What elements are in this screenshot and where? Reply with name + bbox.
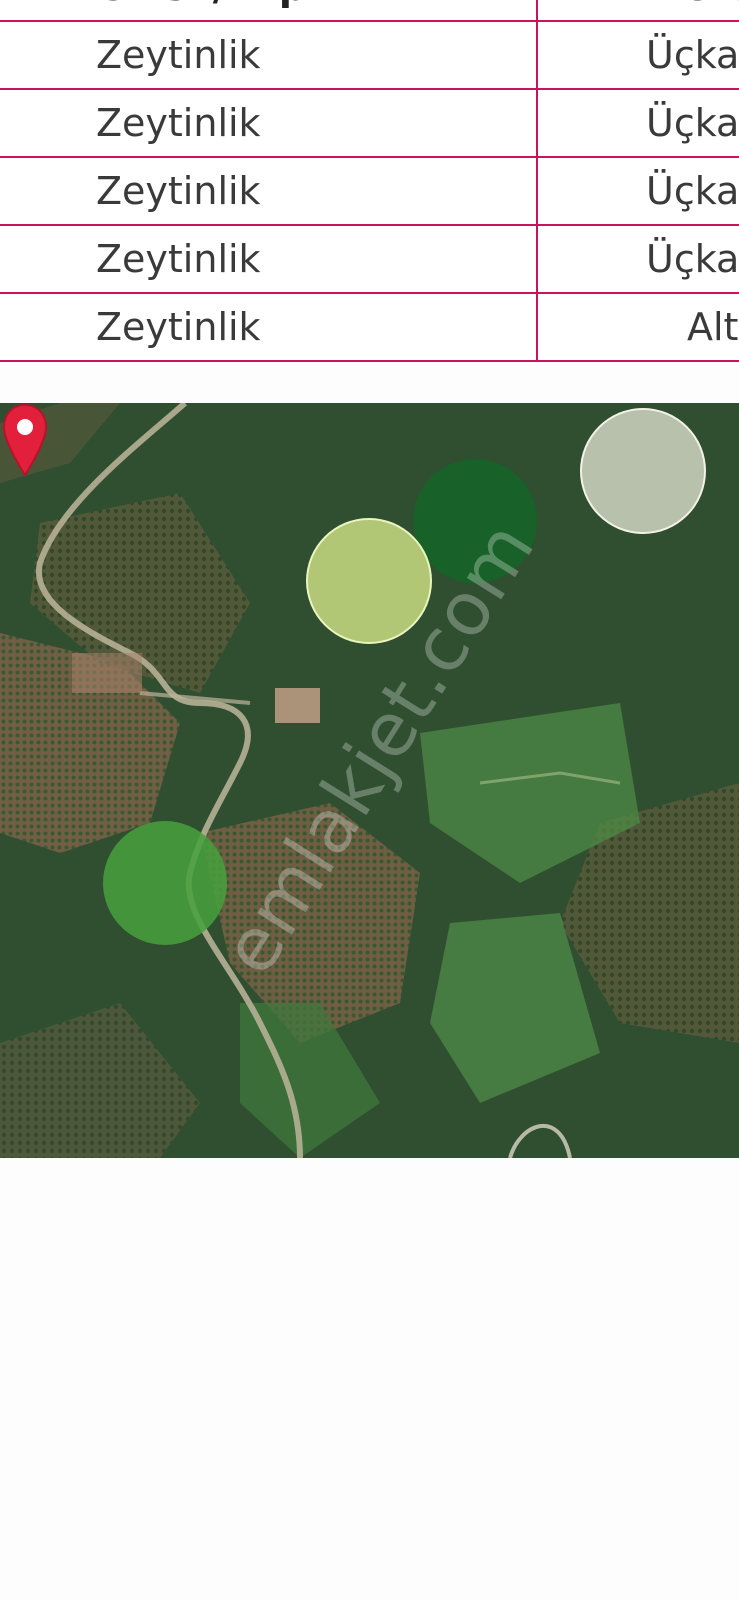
table-row: Zeytinlik Üçka [0,158,739,226]
cell-location: Alt [687,305,739,349]
map-zone-circle-grey[interactable] [580,408,706,534]
header-cell-type: Cinsi / Tip [96,0,306,20]
table-row: Zeytinlik Üçka [0,226,739,294]
map-zone-circle-green[interactable] [103,821,227,945]
cell-location: Üçka [646,169,739,213]
cell-type: Zeytinlik [96,169,261,213]
cell-type: Zeytinlik [96,237,261,281]
satellite-map[interactable]: emlakjet.com [0,403,739,1158]
header-cell-location: Mevkii [646,0,739,20]
cell-type: Zeytinlik [96,305,261,349]
cell-location: Üçka [646,33,739,77]
table-header-row: Cinsi / Tip Mevkii [0,0,739,22]
location-pin-icon[interactable] [0,403,50,479]
table-row: Zeytinlik Üçka [0,22,739,90]
cell-location: Üçka [646,101,739,145]
cell-location: Üçka [646,237,739,281]
column-divider [536,0,538,361]
parcel-table: Cinsi / Tip Mevkii Zeytinlik Üçka Zeytin… [0,0,739,362]
cell-type: Zeytinlik [96,33,261,77]
table-row: Zeytinlik Alt [0,294,739,362]
table-row: Zeytinlik Üçka [0,90,739,158]
cell-type: Zeytinlik [96,101,261,145]
